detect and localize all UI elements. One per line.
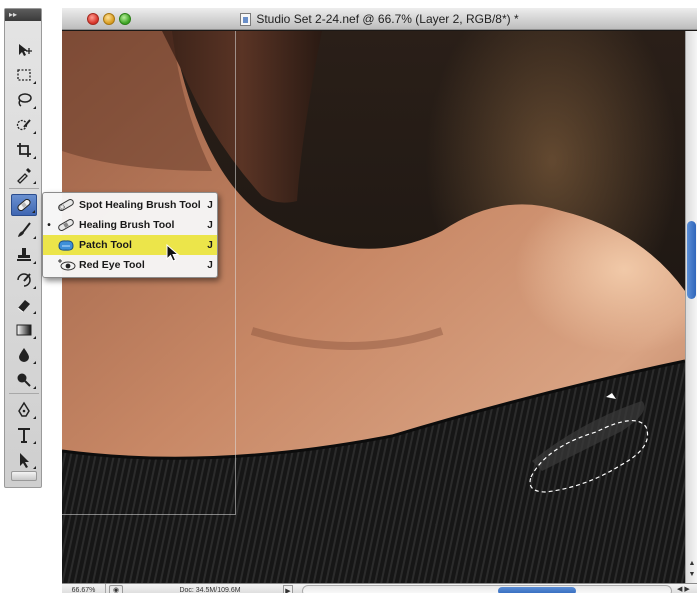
document-window: Studio Set 2-24.nef @ 66.7% (Layer 2, RG… bbox=[62, 8, 697, 593]
quick-selection-tool[interactable] bbox=[11, 114, 37, 136]
clone-stamp-tool[interactable] bbox=[11, 244, 37, 266]
window-title-text: Studio Set 2-24.nef @ 66.7% (Layer 2, RG… bbox=[256, 12, 519, 26]
tools-panel-header[interactable]: ▸▸ bbox=[5, 9, 41, 21]
scroll-down-arrow[interactable]: ▼ bbox=[687, 570, 697, 579]
menu-item-spot-healing-brush[interactable]: Spot Healing Brush Tool J bbox=[43, 195, 217, 215]
blur-tool[interactable] bbox=[11, 344, 37, 366]
eraser-tool[interactable] bbox=[11, 294, 37, 316]
history-brush-tool[interactable] bbox=[11, 269, 37, 291]
window-title: Studio Set 2-24.nef @ 66.7% (Layer 2, RG… bbox=[62, 8, 697, 30]
tools-panel-footer bbox=[11, 471, 37, 481]
tools-panel: ▸▸ bbox=[4, 8, 42, 488]
type-tool[interactable] bbox=[11, 424, 37, 446]
photoshop-workspace: ▸▸ Studio Set 2-24.nef @ 66.7% (Layer 2,… bbox=[0, 0, 697, 593]
marquee-tool[interactable] bbox=[11, 64, 37, 86]
pen-tool[interactable] bbox=[11, 399, 37, 421]
healing-brush-icon bbox=[58, 219, 74, 231]
mouse-pointer-icon bbox=[166, 244, 180, 262]
gradient-tool[interactable] bbox=[11, 319, 37, 341]
horizontal-scroll-thumb[interactable] bbox=[498, 587, 576, 593]
red-eye-icon bbox=[58, 259, 76, 271]
crop-tool[interactable] bbox=[11, 139, 37, 161]
menu-item-healing-brush[interactable]: • Healing Brush Tool J bbox=[43, 215, 217, 235]
status-bar: 66.67% ◉ Doc: 34.5M/109.6M ▶ ◀ ▶ bbox=[62, 583, 697, 593]
patch-selection-outline bbox=[529, 393, 649, 493]
horizontal-scroll-arrows[interactable]: ◀ ▶ bbox=[677, 585, 695, 593]
menu-check-mark: • bbox=[47, 219, 51, 231]
horizontal-scrollbar[interactable] bbox=[302, 585, 672, 593]
document-size-readout: Doc: 34.5M/109.6M bbox=[179, 587, 241, 593]
window-titlebar[interactable]: Studio Set 2-24.nef @ 66.7% (Layer 2, RG… bbox=[62, 8, 697, 30]
path-selection-tool[interactable] bbox=[11, 449, 37, 471]
vertical-scrollbar[interactable]: ▲ ▼ bbox=[685, 31, 697, 583]
zoom-level-field[interactable]: 66.67% bbox=[62, 584, 106, 593]
menu-item-red-eye-tool[interactable]: Red Eye Tool J bbox=[43, 255, 217, 275]
vertical-scroll-thumb[interactable] bbox=[687, 221, 696, 299]
healing-tool-active[interactable] bbox=[11, 194, 37, 216]
patch-icon bbox=[58, 240, 74, 251]
scroll-up-arrow[interactable]: ▲ bbox=[687, 559, 697, 568]
lasso-tool[interactable] bbox=[11, 89, 37, 111]
brush-tool[interactable] bbox=[11, 219, 37, 241]
healing-tools-flyout-menu: Spot Healing Brush Tool J • Healing Brus… bbox=[42, 192, 218, 278]
move-icon bbox=[19, 44, 32, 56]
image-canvas[interactable] bbox=[62, 31, 685, 583]
eyedropper-tool[interactable] bbox=[11, 164, 37, 186]
dodge-tool[interactable] bbox=[11, 369, 37, 391]
status-info-icon[interactable]: ◉ bbox=[109, 585, 123, 593]
menu-item-patch-tool[interactable]: Patch Tool J bbox=[43, 235, 217, 255]
spot-healing-icon bbox=[58, 199, 74, 211]
document-proxy-icon[interactable] bbox=[240, 12, 252, 26]
status-menu-arrow-icon[interactable]: ▶ bbox=[283, 585, 293, 593]
move-tool[interactable] bbox=[11, 39, 37, 61]
